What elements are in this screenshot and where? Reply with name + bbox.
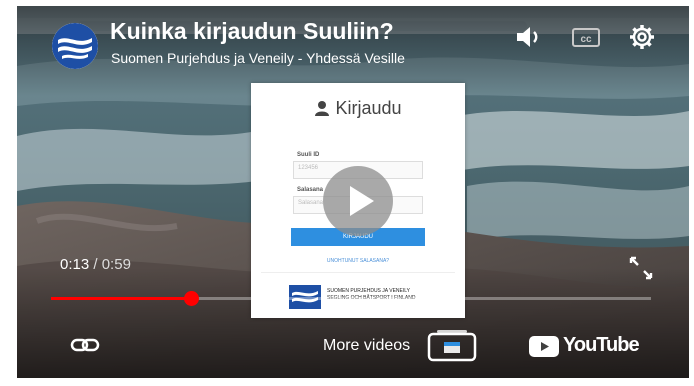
duration: 0:59 bbox=[101, 256, 131, 273]
play-icon bbox=[350, 186, 374, 216]
password-label: Salasana bbox=[297, 187, 324, 193]
progress-bar[interactable] bbox=[51, 291, 651, 306]
login-heading-row: Kirjaudu bbox=[251, 98, 465, 119]
play-button[interactable] bbox=[323, 166, 393, 236]
progress-played bbox=[51, 297, 192, 300]
gear-icon[interactable] bbox=[626, 22, 658, 52]
org-name-fi: SUOMEN PURJEHDUS JA VENEILY bbox=[327, 288, 410, 294]
more-videos-label[interactable]: More videos bbox=[323, 337, 410, 355]
suuli-id-value: 123456 bbox=[298, 165, 319, 171]
forgot-password-link: UNOHTUNUT SALASANA? bbox=[326, 258, 390, 264]
fullscreen-icon[interactable] bbox=[627, 254, 655, 282]
volume-icon[interactable] bbox=[513, 22, 545, 52]
login-heading: Kirjaudu bbox=[335, 98, 402, 118]
link-icon[interactable] bbox=[69, 333, 101, 357]
channel-avatar[interactable] bbox=[52, 23, 98, 69]
suuli-id-label: Suuli ID bbox=[297, 152, 320, 158]
video-title[interactable]: Kuinka kirjaudun Suuliin? bbox=[110, 18, 394, 45]
captions-icon[interactable]: cc bbox=[570, 22, 602, 52]
user-icon bbox=[315, 101, 330, 116]
video-player[interactable]: Kuinka kirjaudun Suuliin? Suomen Purjehd… bbox=[17, 6, 689, 378]
time-display: 0:13 / 0:59 bbox=[60, 256, 131, 273]
card-divider bbox=[261, 272, 455, 273]
time-separator: / bbox=[89, 256, 102, 273]
captions-label: cc bbox=[580, 34, 592, 45]
channel-name[interactable]: Suomen Purjehdus ja Veneily - Yhdessä Ve… bbox=[111, 50, 405, 66]
youtube-play-icon bbox=[529, 336, 559, 357]
password-placeholder: Salasana bbox=[298, 200, 324, 206]
more-videos-icon[interactable] bbox=[427, 328, 477, 362]
youtube-logo[interactable]: YouTube bbox=[529, 334, 640, 357]
youtube-wordmark: YouTube bbox=[563, 334, 640, 356]
current-time: 0:13 bbox=[60, 256, 90, 273]
